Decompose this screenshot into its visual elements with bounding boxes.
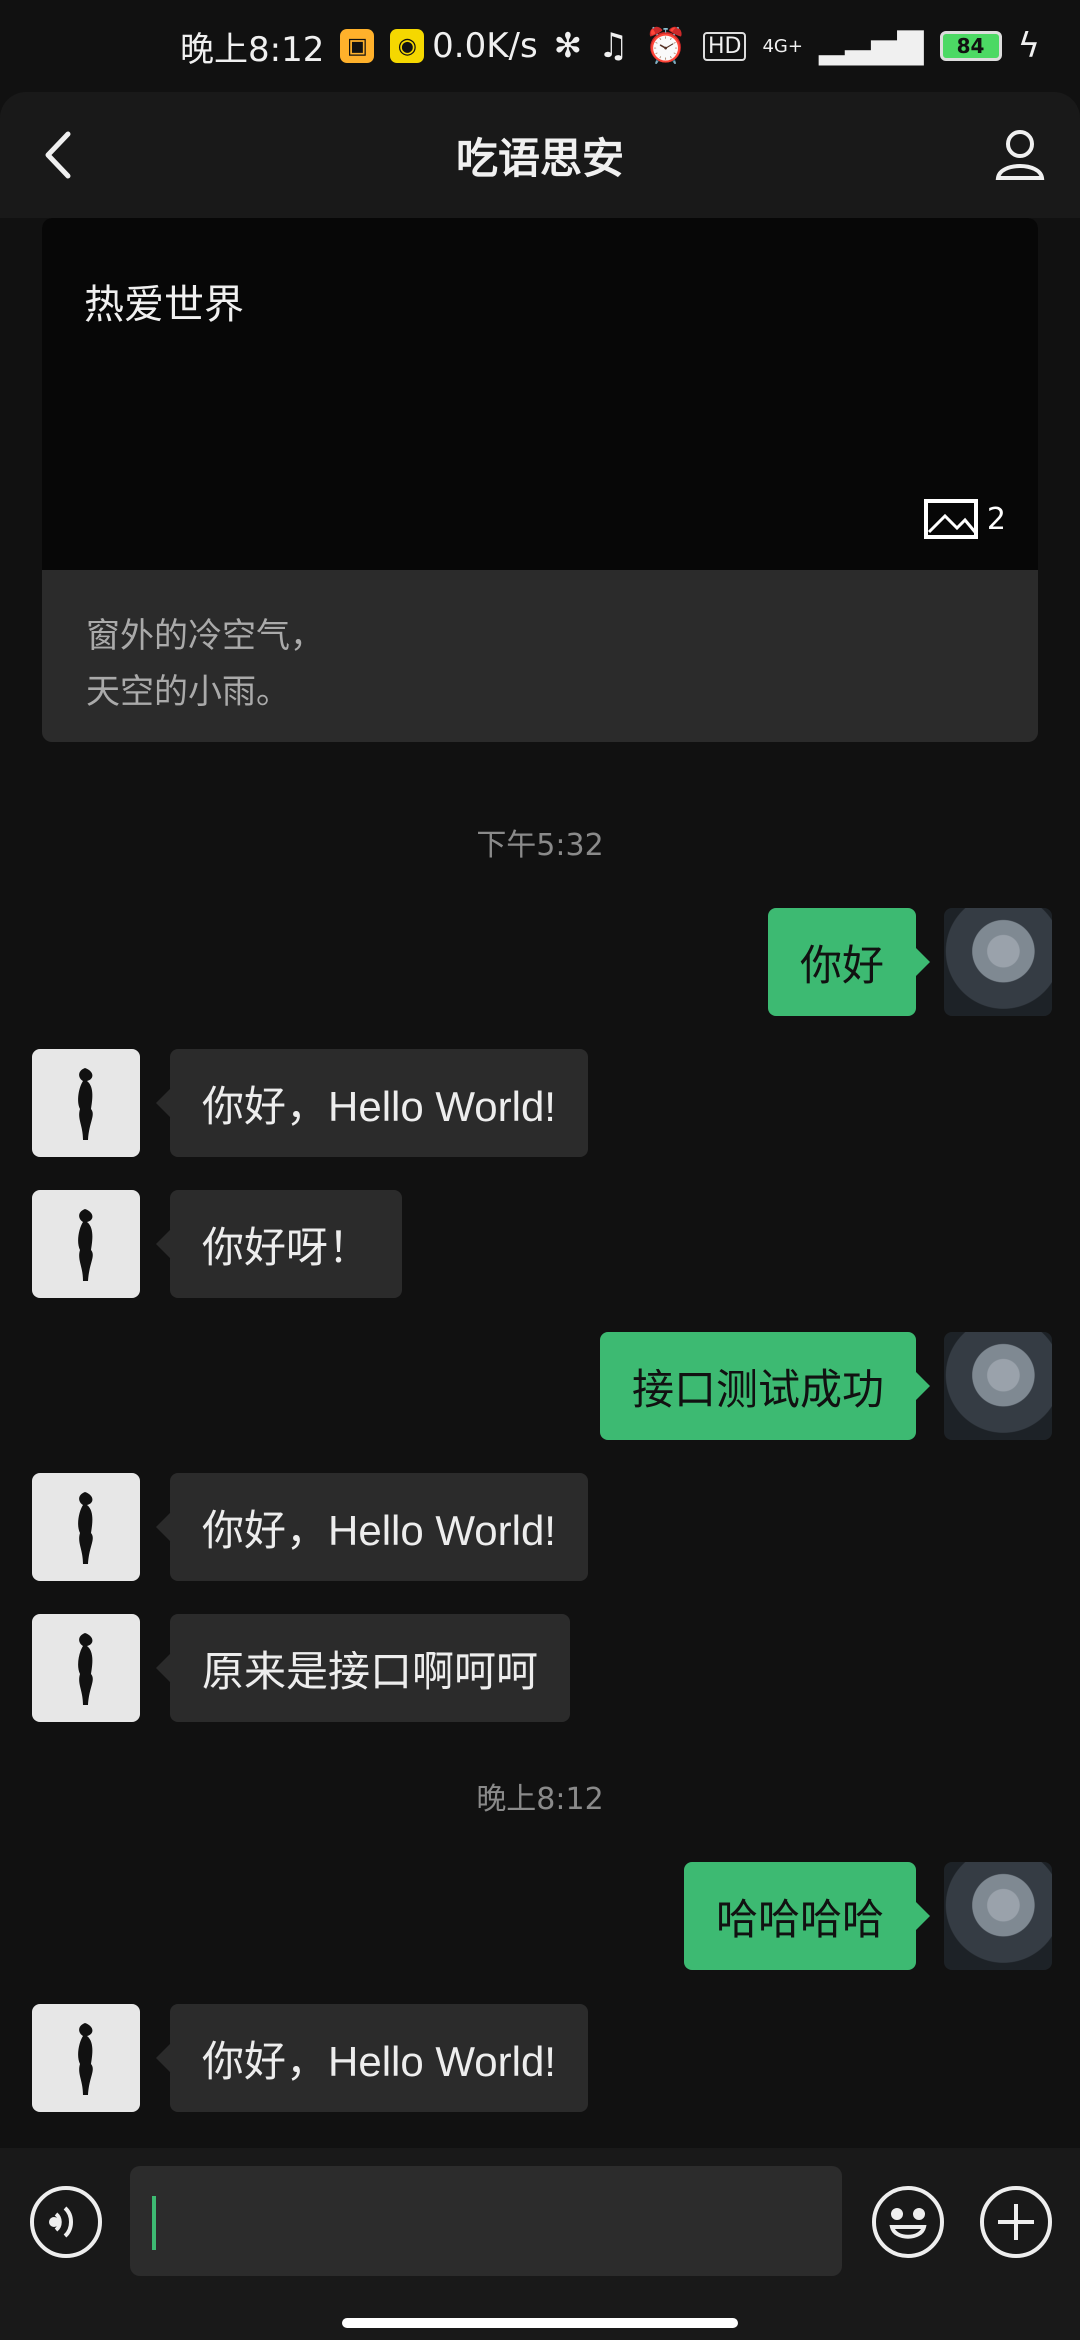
message-input-bar — [0, 2148, 1080, 2340]
text-cursor — [152, 2196, 156, 2250]
message-row: 你好，Hello World! — [32, 1049, 588, 1157]
message-bubble[interactable]: 你好，Hello World! — [156, 1473, 588, 1581]
emoji-button[interactable] — [870, 2184, 946, 2260]
message-row: 原来是接口啊呵呵 — [32, 1614, 571, 1722]
time-divider: 晚上8:12 — [476, 1782, 604, 1817]
network-speed: 0.0K/s — [432, 26, 538, 66]
article-cover: 热爱世界 2 — [42, 218, 1038, 570]
message-row: 你好，Hello World! — [32, 2004, 588, 2112]
status-right: 0.0K/s ✻ ♫ ⏰ HD 4G+ ▂▃▅▇ 84 ϟ — [432, 26, 1040, 66]
message-bubble[interactable]: 接口测试成功 — [599, 1332, 931, 1440]
silent-icon: ♫ — [598, 26, 629, 66]
caption-line: 窗外的冷空气， — [86, 616, 324, 656]
status-left: 晚上8:12 ▣ ◉ — [180, 22, 425, 71]
contact-avatar[interactable] — [32, 1049, 140, 1157]
add-button[interactable] — [978, 2184, 1054, 2260]
person-silhouette-icon — [78, 2023, 93, 2095]
message-row: 你好，Hello World! — [32, 1473, 588, 1581]
article-heading: 热爱世界 — [84, 282, 244, 328]
notification-icon: ▣ — [340, 29, 375, 63]
message-row: 哈哈哈哈 — [683, 1862, 1052, 1970]
person-silhouette-icon — [78, 1068, 93, 1140]
contact-avatar[interactable] — [32, 2004, 140, 2112]
message-bubble[interactable]: 原来是接口啊呵呵 — [155, 1614, 571, 1722]
status-time: 晚上8:12 — [180, 29, 325, 70]
self-avatar[interactable] — [944, 1332, 1052, 1440]
chat-title: 吃语思安 — [455, 133, 624, 183]
message-bubble[interactable]: 你好呀！ — [155, 1190, 403, 1298]
home-indicator — [342, 2318, 738, 2328]
self-avatar[interactable] — [944, 908, 1052, 1016]
article-card[interactable]: 热爱世界 2 窗外的冷空气， 天空的小雨。 — [42, 218, 1038, 742]
battery-level: 84 — [956, 34, 985, 58]
image-count: 2 — [923, 498, 1006, 540]
message-row: 接口测试成功 — [599, 1332, 1052, 1440]
caption-line: 天空的小雨。 — [86, 672, 290, 712]
plus-icon — [980, 2186, 1052, 2258]
time-divider: 下午5:32 — [476, 828, 604, 863]
image-count-value: 2 — [986, 501, 1006, 537]
contact-avatar[interactable] — [32, 1473, 140, 1581]
message-row: 你好呀！ — [32, 1190, 403, 1298]
emoji-icon — [872, 2186, 944, 2258]
back-button[interactable] — [34, 128, 88, 182]
contact-avatar[interactable] — [32, 1614, 140, 1722]
self-avatar[interactable] — [944, 1862, 1052, 1970]
voice-button[interactable] — [28, 2184, 104, 2260]
profile-button[interactable] — [990, 124, 1050, 184]
person-silhouette-icon — [78, 1492, 93, 1564]
status-bar: 晚上8:12 ▣ ◉ 0.0K/s ✻ ♫ ⏰ HD 4G+ ▂▃▅▇ 84 ϟ — [0, 0, 1080, 92]
message-bubble[interactable]: 你好 — [767, 908, 931, 1016]
chevron-left-icon — [45, 131, 71, 179]
person-icon — [995, 130, 1045, 180]
message-bubble[interactable]: 你好，Hello World! — [156, 1049, 588, 1157]
app-notification-icon: ◉ — [390, 29, 425, 63]
message-bubble[interactable]: 你好，Hello World! — [156, 2004, 588, 2112]
bluetooth-icon: ✻ — [553, 26, 583, 66]
signal-icon: ▂▃▅▇ — [818, 26, 924, 66]
network-label: 4G+ — [762, 35, 803, 57]
image-icon — [923, 499, 978, 539]
battery-icon: 84 — [939, 31, 1002, 61]
person-silhouette-icon — [78, 1633, 93, 1705]
chat-header: 吃语思安 — [0, 92, 1080, 218]
hd-icon: HD — [703, 31, 747, 61]
message-row: 你好 — [767, 908, 1052, 1016]
charging-icon: ϟ — [1017, 26, 1040, 66]
message-bubble[interactable]: 哈哈哈哈 — [683, 1862, 931, 1970]
message-input[interactable] — [130, 2166, 842, 2276]
voice-icon — [30, 2186, 102, 2258]
contact-avatar[interactable] — [32, 1190, 140, 1298]
alarm-icon: ⏰ — [644, 26, 687, 66]
person-silhouette-icon — [78, 1209, 93, 1281]
article-caption: 窗外的冷空气， 天空的小雨。 — [42, 570, 1038, 742]
